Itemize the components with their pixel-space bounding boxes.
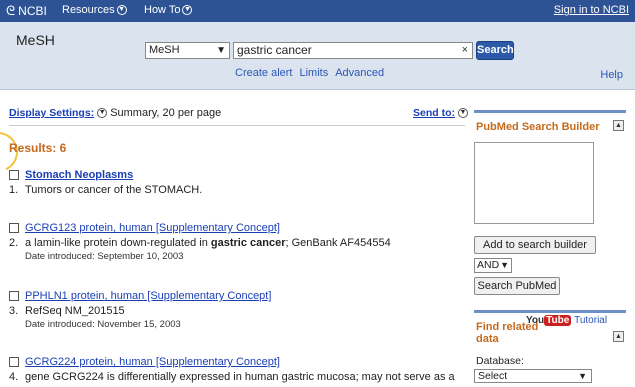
send-to-link[interactable]: Send to: xyxy=(413,107,455,119)
ncbi-logo-icon: ᘓ xyxy=(6,3,16,18)
resources-label: Resources xyxy=(62,4,115,16)
ncbi-logo-text: NCBI xyxy=(18,4,47,18)
display-settings-link[interactable]: Display Settings: xyxy=(9,107,94,119)
operator-select[interactable]: AND ▼ xyxy=(474,258,512,273)
display-settings-value: Summary, 20 per page xyxy=(110,107,222,119)
search-builder-header: PubMed Search Builder ▲ xyxy=(474,120,626,139)
search-pubmed-button[interactable]: Search PubMed xyxy=(474,277,560,295)
result-date: Date introduced: September 10, 2003 xyxy=(25,251,184,262)
dropdown-arrow-icon: ▼ xyxy=(500,260,509,270)
result-item: GCRG224 protein, human [Supplementary Co… xyxy=(9,355,469,383)
related-database-select[interactable]: Select ▼ xyxy=(474,369,592,383)
chevron-down-icon: ▼ xyxy=(182,5,193,15)
result-item: Stomach Neoplasms 1. Tumors or cancer of… xyxy=(9,168,469,196)
result-number: 1. xyxy=(9,184,19,196)
dropdown-arrow-icon: ▼ xyxy=(216,45,226,56)
database-label: Database: xyxy=(476,355,524,367)
operator-value: AND xyxy=(477,259,500,271)
result-title-link[interactable]: PPHLN1 protein, human [Supplementary Con… xyxy=(25,290,271,302)
howto-menu[interactable]: How To ▼ xyxy=(144,4,193,16)
result-description: gene GCRG224 is differentially expressed… xyxy=(25,371,455,383)
search-builder-title: PubMed Search Builder xyxy=(476,121,600,133)
result-description: RefSeq NM_201515 xyxy=(25,305,125,317)
result-checkbox[interactable] xyxy=(9,291,19,301)
search-input[interactable]: gastric cancer × xyxy=(233,42,473,59)
search-builder-panel: PubMed Search Builder ▲ Add to search bu… xyxy=(474,110,626,295)
resources-menu[interactable]: Resources ▼ xyxy=(62,4,127,16)
chevron-down-icon[interactable]: ▼ xyxy=(458,108,468,118)
result-checkbox[interactable] xyxy=(9,223,19,233)
result-title-link[interactable]: GCRG123 protein, human [Supplementary Co… xyxy=(25,222,280,234)
dropdown-arrow-icon: ▼ xyxy=(578,371,587,381)
database-select-value: MeSH xyxy=(149,44,180,56)
collapse-icon[interactable]: ▲ xyxy=(613,331,624,342)
database-title: MeSH xyxy=(16,32,55,48)
result-checkbox[interactable] xyxy=(9,357,19,367)
result-description: Tumors or cancer of the STOMACH. xyxy=(25,184,203,196)
ncbi-logo[interactable]: ᘓ NCBI xyxy=(6,3,47,19)
sign-in-link[interactable]: Sign in to NCBI xyxy=(554,4,629,16)
find-related-header: Find related data You Tube Tutorial ▲ xyxy=(474,315,626,349)
clear-icon[interactable]: × xyxy=(462,43,468,58)
youtube-tutorial-link[interactable]: You Tube Tutorial xyxy=(526,315,607,327)
search-query: gastric cancer xyxy=(237,43,312,57)
search-builder-textarea[interactable] xyxy=(474,142,594,224)
result-number: 4. xyxy=(9,371,19,383)
panel-bar xyxy=(474,310,626,313)
display-settings: Display Settings: ▼ Summary, 20 per page xyxy=(9,107,221,119)
send-to: Send to: ▼ xyxy=(413,107,468,119)
tutorial-label: Tutorial xyxy=(574,315,608,326)
panel-bar xyxy=(474,110,626,113)
chevron-down-icon: ▼ xyxy=(116,5,127,15)
search-sublinks: Create alert Limits Advanced xyxy=(235,67,384,79)
result-item: PPHLN1 protein, human [Supplementary Con… xyxy=(9,289,469,330)
result-item: GCRG123 protein, human [Supplementary Co… xyxy=(9,221,469,262)
results-count: Results: 6 xyxy=(9,141,67,155)
chevron-down-icon[interactable]: ▼ xyxy=(97,108,108,118)
result-number: 3. xyxy=(9,305,19,317)
search-term-highlight: gastric cancer xyxy=(210,237,286,249)
help-link[interactable]: Help xyxy=(600,69,623,81)
add-to-search-builder-button[interactable]: Add to search builder xyxy=(474,236,596,254)
youtube-tube: Tube xyxy=(544,315,572,326)
related-database-value: Select xyxy=(478,370,508,382)
howto-label: How To xyxy=(144,4,181,16)
result-number: 2. xyxy=(9,237,19,249)
collapse-icon[interactable]: ▲ xyxy=(613,120,624,131)
youtube-logo: You xyxy=(526,315,545,326)
result-date: Date introduced: November 15, 2003 xyxy=(25,319,181,330)
limits-link[interactable]: Limits xyxy=(299,67,328,79)
ncbi-topbar: ᘓ NCBI Resources ▼ How To ▼ Sign in to N… xyxy=(0,0,635,22)
search-button[interactable]: Search xyxy=(476,41,514,60)
result-checkbox[interactable] xyxy=(9,170,19,180)
find-related-panel: Find related data You Tube Tutorial ▲ Data… xyxy=(474,310,626,383)
result-title-link[interactable]: Stomach Neoplasms xyxy=(25,169,133,181)
advanced-link[interactable]: Advanced xyxy=(335,67,384,79)
search-bar: MeSH MeSH ▼ gastric cancer × Search Crea… xyxy=(0,22,635,90)
database-select[interactable]: MeSH ▼ xyxy=(145,42,230,59)
divider xyxy=(9,125,465,126)
create-alert-link[interactable]: Create alert xyxy=(235,67,292,79)
result-title-link[interactable]: GCRG224 protein, human [Supplementary Co… xyxy=(25,356,280,368)
result-description: a lamin-like protein down-regulated in g… xyxy=(25,237,391,249)
